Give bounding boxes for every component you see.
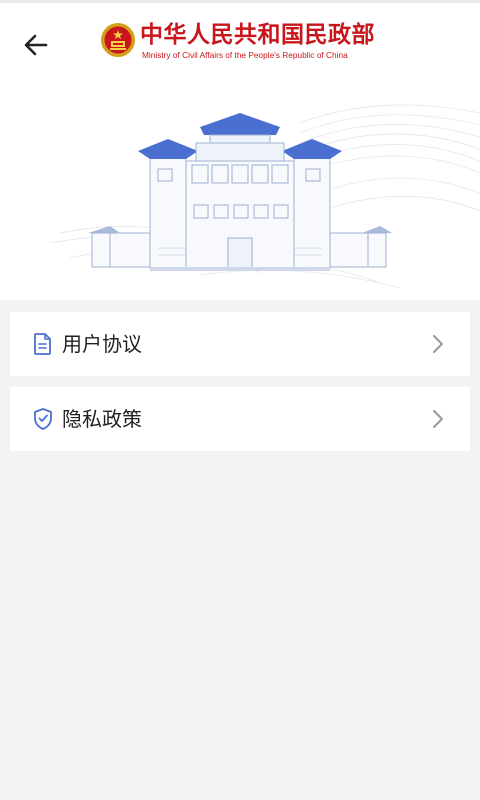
ministry-title-en: Ministry of Civil Affairs of the People'…: [142, 50, 348, 60]
back-button[interactable]: [18, 27, 54, 63]
ministry-building-illustration: [49, 104, 480, 289]
ministry-logo: 中华人民共和国民政部 Ministry of Civil Affairs of …: [100, 19, 390, 65]
header-area: 中华人民共和国民政部 Ministry of Civil Affairs of …: [0, 0, 480, 300]
document-icon: [34, 333, 51, 355]
chevron-right-icon: [433, 410, 443, 428]
chevron-right-icon: [433, 335, 443, 353]
national-emblem-icon: [101, 23, 135, 57]
menu-item-privacy-policy[interactable]: 隐私政策: [10, 387, 470, 451]
arrow-left-icon: [24, 34, 48, 56]
ministry-title-cn: 中华人民共和国民政部: [140, 22, 375, 48]
menu-item-label: 隐私政策: [62, 407, 142, 431]
menu-item-label: 用户协议: [62, 332, 142, 356]
menu-item-user-agreement[interactable]: 用户协议: [10, 312, 470, 376]
shield-check-icon: [34, 408, 52, 430]
